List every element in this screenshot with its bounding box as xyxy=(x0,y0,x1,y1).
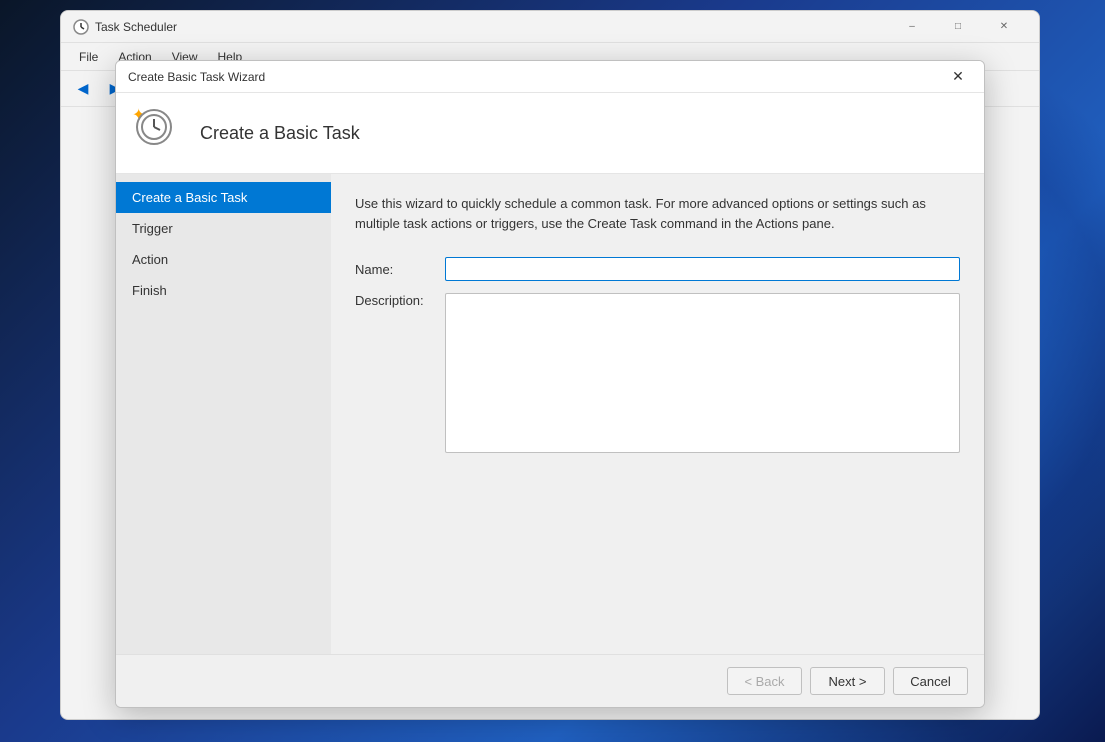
wizard-title-bar: Create Basic Task Wizard ✕ xyxy=(116,61,984,93)
wizard-close-button[interactable]: ✕ xyxy=(944,66,972,88)
maximize-button[interactable]: □ xyxy=(935,11,981,43)
close-button[interactable]: ✕ xyxy=(981,11,1027,43)
description-textarea[interactable] xyxy=(445,293,960,453)
description-field-row: Description: xyxy=(355,293,960,453)
back-button[interactable]: < Back xyxy=(727,667,802,695)
next-button[interactable]: Next > xyxy=(810,667,885,695)
window-controls: – □ ✕ xyxy=(889,11,1027,43)
wizard-description: Use this wizard to quickly schedule a co… xyxy=(355,194,960,233)
task-scheduler-title-bar: Task Scheduler – □ ✕ xyxy=(61,11,1039,43)
nav-item-finish[interactable]: Finish xyxy=(116,275,331,306)
cancel-button[interactable]: Cancel xyxy=(893,667,968,695)
nav-item-action[interactable]: Action xyxy=(116,244,331,275)
task-scheduler-app-icon xyxy=(73,19,89,35)
nav-item-create[interactable]: Create a Basic Task xyxy=(116,182,331,213)
name-field-row: Name: xyxy=(355,257,960,281)
wizard-header: ✦ Create a Basic Task xyxy=(116,93,984,174)
wizard-dialog: Create Basic Task Wizard ✕ ✦ Create a Ba… xyxy=(115,60,985,708)
nav-item-trigger[interactable]: Trigger xyxy=(116,213,331,244)
wizard-body: Create a Basic Task Trigger Action Finis… xyxy=(116,174,984,654)
minimize-button[interactable]: – xyxy=(889,11,935,43)
name-label: Name: xyxy=(355,262,445,277)
name-input[interactable] xyxy=(445,257,960,281)
clock-icon xyxy=(136,109,172,145)
wizard-header-icon: ✦ xyxy=(136,109,184,157)
wizard-nav: Create a Basic Task Trigger Action Finis… xyxy=(116,174,331,654)
back-button[interactable]: ◀ xyxy=(69,75,97,103)
description-label: Description: xyxy=(355,293,445,308)
menu-file[interactable]: File xyxy=(69,46,108,68)
task-scheduler-title: Task Scheduler xyxy=(95,20,889,34)
wizard-content: Use this wizard to quickly schedule a co… xyxy=(331,174,984,654)
wizard-footer: < Back Next > Cancel xyxy=(116,654,984,707)
wizard-header-title: Create a Basic Task xyxy=(200,123,360,144)
wizard-title: Create Basic Task Wizard xyxy=(128,70,944,84)
